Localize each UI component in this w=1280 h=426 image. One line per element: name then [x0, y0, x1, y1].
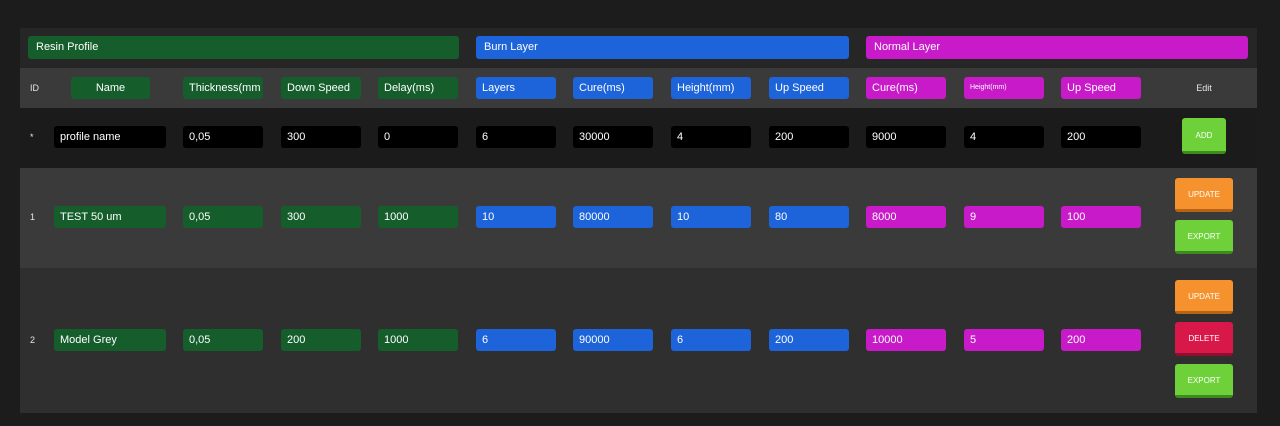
row-name-input[interactable]	[54, 206, 166, 228]
column-header-burn-layers: Layers	[476, 77, 556, 99]
row-burn-layers-input[interactable]	[476, 329, 556, 351]
new-row-id: *	[30, 132, 34, 142]
row-burn-cure-input[interactable]	[573, 206, 653, 228]
group-header-normal-layer: Normal Layer	[866, 36, 1248, 59]
column-header-edit: Edit	[1196, 83, 1212, 93]
row-thickness-input[interactable]	[183, 206, 263, 228]
row-burn-up-speed-input[interactable]	[769, 206, 849, 228]
group-header-burn-layer: Burn Layer	[476, 36, 849, 59]
row-burn-layers-input[interactable]	[476, 206, 556, 228]
row-burn-cure-input[interactable]	[573, 329, 653, 351]
column-header-delay: Delay(ms)	[378, 77, 458, 99]
export-button[interactable]: EXPORT	[1175, 364, 1233, 398]
column-header-burn-up-speed: Up Speed	[769, 77, 849, 99]
row-burn-up-speed-input[interactable]	[769, 329, 849, 351]
column-header-name: Name	[71, 77, 150, 99]
row-down-speed-input[interactable]	[281, 206, 361, 228]
export-button[interactable]: EXPORT	[1175, 220, 1233, 254]
delete-button[interactable]: DELETE	[1175, 322, 1233, 356]
column-header-normal-up-speed: Up Speed	[1061, 77, 1141, 99]
column-header-burn-cure: Cure(ms)	[573, 77, 653, 99]
update-button[interactable]: UPDATE	[1175, 178, 1233, 212]
row-id: 2	[30, 335, 36, 345]
add-button[interactable]: ADD	[1182, 118, 1226, 154]
row-id: 1	[30, 212, 36, 222]
column-header-thickness: Thickness(mm	[183, 77, 263, 99]
new-thickness-input[interactable]	[183, 126, 263, 148]
new-delay-input[interactable]	[378, 126, 458, 148]
column-header-normal-cure: Cure(ms)	[866, 77, 946, 99]
new-normal-height-input[interactable]	[964, 126, 1044, 148]
row-burn-height-input[interactable]	[671, 206, 751, 228]
new-name-input[interactable]	[54, 126, 166, 148]
row-name-input[interactable]	[54, 329, 166, 351]
column-header-down-speed: Down Speed	[281, 77, 361, 99]
row-burn-height-input[interactable]	[671, 329, 751, 351]
new-down-speed-input[interactable]	[281, 126, 361, 148]
new-burn-layers-input[interactable]	[476, 126, 556, 148]
row-delay-input[interactable]	[378, 206, 458, 228]
row-normal-height-input[interactable]	[964, 329, 1044, 351]
new-normal-up-speed-input[interactable]	[1061, 126, 1141, 148]
row-normal-up-speed-input[interactable]	[1061, 329, 1141, 351]
column-header-normal-height: Height(mm)	[964, 77, 1044, 99]
update-button[interactable]: UPDATE	[1175, 280, 1233, 314]
row-normal-height-input[interactable]	[964, 206, 1044, 228]
row-down-speed-input[interactable]	[281, 329, 361, 351]
new-burn-height-input[interactable]	[671, 126, 751, 148]
row-thickness-input[interactable]	[183, 329, 263, 351]
group-header-resin-profile: Resin Profile	[28, 36, 459, 59]
row-normal-cure-input[interactable]	[866, 329, 946, 351]
column-header-burn-height: Height(mm)	[671, 77, 751, 99]
row-normal-cure-input[interactable]	[866, 206, 946, 228]
column-header-id: ID	[30, 83, 39, 93]
row-normal-up-speed-input[interactable]	[1061, 206, 1141, 228]
new-burn-up-speed-input[interactable]	[769, 126, 849, 148]
new-normal-cure-input[interactable]	[866, 126, 946, 148]
new-burn-cure-input[interactable]	[573, 126, 653, 148]
row-delay-input[interactable]	[378, 329, 458, 351]
